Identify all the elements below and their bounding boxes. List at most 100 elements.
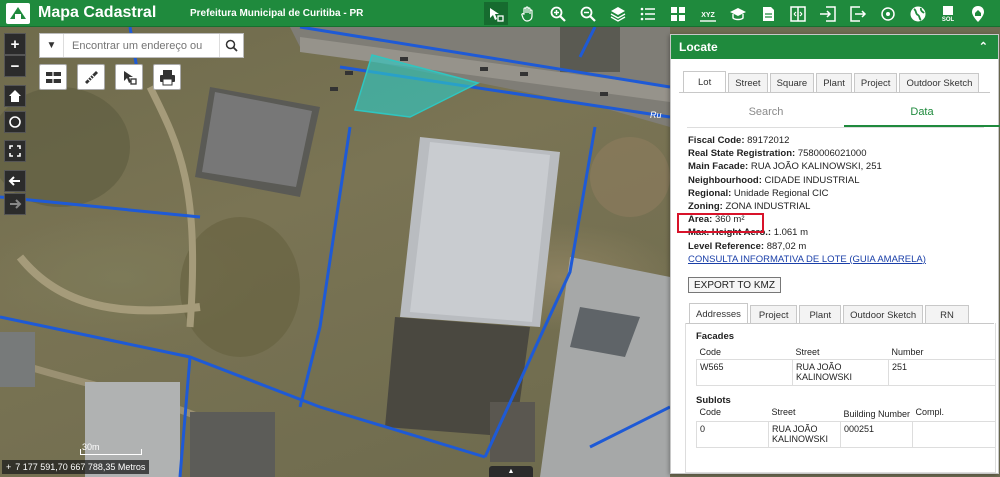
tab-plant[interactable]: Plant [816, 73, 852, 92]
grid-icon [671, 6, 685, 21]
login-button[interactable] [816, 2, 840, 25]
login-icon [820, 5, 836, 22]
legend-list-button[interactable] [636, 2, 660, 25]
logout-icon [850, 5, 867, 22]
table-header-row: Code Street Number [696, 345, 996, 360]
segment-divider [687, 127, 984, 128]
pointer-select-icon [123, 70, 137, 85]
locate-tool-button[interactable] [484, 2, 508, 25]
print-map-icon [763, 6, 774, 21]
tutorial-button[interactable] [726, 2, 750, 25]
home-icon [9, 90, 21, 102]
logout-button[interactable] [846, 2, 870, 25]
column-header: Number [888, 345, 996, 360]
map-view[interactable]: Ru + − ▼ 30m + 7 177 591,70 667 7 [0, 27, 670, 477]
lot-data: Fiscal Code: 89172012 Real State Registr… [688, 135, 988, 267]
full-extent-button[interactable] [4, 140, 26, 162]
facade-street-cell: RUA JOÃO KALINOWSKI [792, 358, 889, 386]
fullscreen-icon [9, 145, 21, 157]
split-view-icon [790, 5, 806, 22]
tab-lot[interactable]: Lot [683, 71, 727, 92]
split-view-button[interactable] [786, 2, 810, 25]
collapse-chevron-icon[interactable]: ⌃ [979, 40, 988, 53]
crosshair-icon: + [6, 462, 12, 472]
facade-number-cell: 251 [888, 358, 996, 386]
tab-detail-plant[interactable]: Plant [799, 305, 842, 324]
address-search: ▼ [39, 33, 244, 58]
coordinates-text: 7 177 591,70 667 788,35 Metros [15, 462, 146, 472]
zoom-out-tool-button[interactable] [576, 2, 600, 25]
previous-extent-button[interactable] [4, 170, 26, 192]
tab-square[interactable]: Square [769, 73, 815, 92]
search-button[interactable] [219, 34, 243, 57]
tab-street[interactable]: Street [728, 73, 768, 92]
facade-code-cell: W565 [696, 358, 793, 386]
scale-bar [80, 449, 142, 455]
tab-detail-rn[interactable]: RN [925, 305, 969, 324]
segment-search[interactable]: Search [688, 101, 844, 127]
measure-button[interactable] [77, 64, 105, 90]
segment-data[interactable]: Data [844, 101, 1000, 127]
print-button[interactable] [153, 64, 181, 90]
xyz-icon: XYZ [700, 12, 716, 22]
panel-header: Locate ⌃ [671, 35, 998, 59]
xyz-button[interactable]: XYZ [696, 2, 720, 25]
sublot-code-cell: 0 [696, 420, 769, 448]
zoom-in-tool-button[interactable] [546, 2, 570, 25]
tab-addresses[interactable]: Addresses [689, 303, 748, 324]
consulta-informativa-link[interactable]: CONSULTA INFORMATIVA DE LOTE (GUIA AMARE… [688, 254, 988, 267]
print-map-button[interactable] [756, 2, 780, 25]
address-search-input[interactable] [64, 34, 219, 57]
export-kmz-button[interactable]: EXPORT TO KMZ [688, 277, 781, 293]
column-header: Code [696, 407, 769, 422]
field-regional: Regional: Unidade Regional CIC [688, 187, 829, 199]
column-header: Compl. [912, 407, 996, 422]
bottom-panel-toggle[interactable]: ▲ [489, 466, 533, 477]
basemap-grid-button[interactable] [666, 2, 690, 25]
curitiba-logo-icon [6, 3, 30, 24]
column-header: Street [792, 345, 889, 360]
next-extent-button[interactable] [4, 193, 26, 215]
zoom-out-button[interactable]: − [4, 55, 26, 77]
tab-detail-outdoor-sketch[interactable]: Outdoor Sketch [843, 305, 924, 324]
home-pin-button[interactable] [966, 2, 990, 25]
field-real-state-registration: Real State Registration: 7580006021000 [688, 148, 867, 160]
swipe-layers-button[interactable] [39, 64, 67, 90]
panel-title: Locate [679, 40, 718, 54]
search-source-dropdown[interactable]: ▼ [40, 34, 64, 57]
globe-icon [910, 6, 926, 21]
app-title: Mapa Cadastral [38, 4, 157, 21]
swipe-icon [45, 69, 61, 85]
table-header-row: Code Street Building Number Compl. [696, 407, 996, 422]
zoom-out-icon [580, 6, 596, 22]
tab-project[interactable]: Project [853, 73, 898, 92]
aerial-imagery [0, 27, 670, 477]
zoom-in-icon [550, 6, 566, 22]
sol-button[interactable]: SOL [936, 2, 960, 25]
plus-icon: + [10, 35, 20, 53]
target-button[interactable] [876, 2, 900, 25]
graduation-cap-icon [730, 7, 746, 20]
zoom-in-button[interactable]: + [4, 33, 26, 55]
home-button[interactable] [4, 85, 26, 107]
table-row: 0 RUA JOÃO KALINOWSKI 000251 [696, 420, 996, 448]
field-main-facade: Main Facade: RUA JOÃO KALINOWSKI, 251 [688, 161, 882, 173]
identify-tool-button[interactable] [115, 64, 143, 90]
pan-tool-button[interactable] [516, 2, 540, 25]
target-icon [881, 6, 895, 21]
coordinates-readout: + 7 177 591,70 667 788,35 Metros [2, 460, 150, 474]
svg-text:XYZ: XYZ [701, 12, 715, 19]
field-level-reference: Level Reference: 887,02 m [688, 240, 807, 252]
org-title: Prefeitura Municipal de Curitiba - PR [190, 8, 364, 19]
printer-icon [159, 69, 175, 85]
caret-down-icon: ▼ [46, 40, 57, 51]
my-location-button[interactable] [4, 111, 26, 133]
facades-table: Code Street Number W565 RUA JOÃO KALINOW… [696, 345, 996, 386]
layers-button[interactable] [606, 2, 630, 25]
tab-detail-project[interactable]: Project [749, 305, 798, 324]
svg-text:SOL: SOL [942, 17, 955, 23]
globe-button[interactable] [906, 2, 930, 25]
tab-outdoor-sketch[interactable]: Outdoor Sketch [899, 73, 980, 92]
locate-icon [490, 7, 504, 22]
table-row: W565 RUA JOÃO KALINOWSKI 251 [696, 358, 996, 386]
